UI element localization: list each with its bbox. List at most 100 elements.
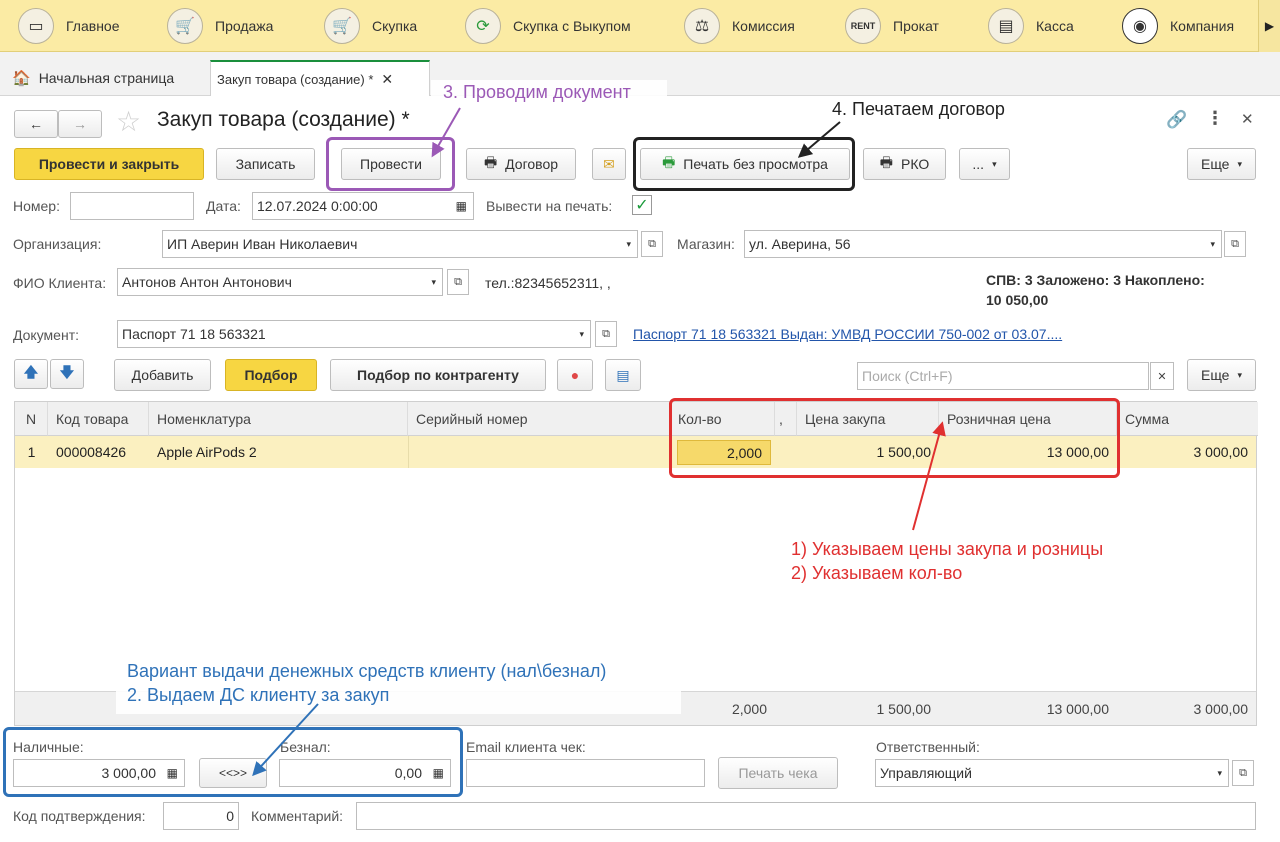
document-link[interactable]: Паспорт 71 18 563321 Выдан: УМВД РОССИИ …	[633, 326, 1062, 342]
contract-button[interactable]: 🖶 Договор	[466, 148, 576, 180]
star-icon[interactable]: ☆	[116, 106, 141, 138]
nav-scroll-right-button[interactable]: ▶	[1258, 0, 1280, 52]
add-row-button[interactable]: Добавить	[114, 359, 211, 391]
email-label: Email клиента чек:	[466, 739, 586, 755]
comment-field[interactable]	[356, 802, 1256, 830]
more-actions-button[interactable]: ... ▾	[959, 148, 1010, 180]
email-field[interactable]	[466, 759, 705, 787]
link-icon[interactable]: 🔗	[1166, 110, 1187, 130]
colors-button[interactable]: ●	[557, 359, 593, 391]
print-check-button[interactable]: Печать чека	[718, 757, 838, 789]
open-icon[interactable]: ⧉	[1232, 760, 1254, 786]
column-header-code[interactable]: Код товара	[48, 402, 149, 436]
arrow-down-icon: 🡇	[59, 364, 75, 380]
shop-field[interactable]: ул. Аверина, 56 ▾	[744, 230, 1222, 258]
dropdown-arrow-icon[interactable]: ▾	[579, 329, 584, 340]
footer-sum: 3 000,00	[1193, 701, 1249, 717]
calendar-icon[interactable]: ▦	[456, 199, 467, 213]
document-label: Документ:	[13, 327, 79, 343]
table-eshe-button[interactable]: Еще ▾	[1187, 359, 1256, 391]
cell-name[interactable]: Apple AirPods 2	[149, 436, 408, 468]
close-window-icon[interactable]: ✕	[1241, 110, 1254, 128]
tab-label: Начальная страница	[38, 70, 175, 86]
dropdown-arrow-icon[interactable]: ▾	[1217, 768, 1222, 779]
tab-home[interactable]: 🏠 Начальная страница	[6, 60, 180, 96]
dropdown-arrow-icon: ▾	[1237, 369, 1243, 380]
cell-serial[interactable]	[408, 436, 670, 468]
annotation-pay-client: 2. Выдаем ДС клиенту за закуп	[127, 685, 390, 705]
pick-by-contractor-button[interactable]: Подбор по контрагенту	[330, 359, 546, 391]
date-field[interactable]: 12.07.2024 0:00:00 ▦	[252, 192, 474, 220]
contract-label: Договор	[505, 156, 559, 172]
footer-price: 1 500,00	[876, 701, 932, 717]
close-icon[interactable]: ✕	[381, 71, 393, 88]
open-icon[interactable]: ⧉	[447, 269, 469, 295]
annotation-box-post	[326, 137, 455, 191]
print-checkbox[interactable]: ✓	[632, 195, 652, 215]
open-icon[interactable]: ⧉	[1224, 231, 1246, 257]
dropdown-arrow-icon[interactable]: ▾	[626, 239, 631, 250]
arrow-up-icon: 🡅	[23, 364, 39, 380]
more-label: ...	[972, 156, 985, 172]
nav-item-commission[interactable]: ⚖ Комиссия	[684, 7, 795, 45]
annotation-post-document: 3. Проводим документ	[443, 82, 631, 102]
scales-icon: ⚖	[684, 8, 720, 44]
number-field[interactable]	[70, 192, 194, 220]
client-field[interactable]: Антонов Антон Антонович ▾	[117, 268, 443, 296]
confirm-code-field[interactable]: 0	[163, 802, 239, 830]
clear-search-icon[interactable]: ✕	[1150, 362, 1174, 390]
column-header-serial[interactable]: Серийный номер	[408, 402, 670, 436]
column-header-sum[interactable]: Сумма	[1117, 402, 1258, 436]
nav-item-cash[interactable]: ▤ Касса	[988, 7, 1074, 45]
nav-item-rent[interactable]: RENT Прокат	[845, 7, 939, 45]
open-icon[interactable]: ⧉	[641, 231, 663, 257]
nav-item-company[interactable]: ◉ Компания	[1122, 7, 1234, 45]
shop-value: ул. Аверина, 56	[749, 236, 851, 252]
annotation-prices: 1) Указываем цены закупа и розницы	[791, 539, 1104, 559]
tab-document[interactable]: Закуп товара (создание) * ✕	[210, 60, 430, 96]
org-field[interactable]: ИП Аверин Иван Николаевич ▾	[162, 230, 638, 258]
move-up-button[interactable]: 🡅	[14, 359, 48, 389]
palette-icon: ●	[570, 367, 580, 383]
dropdown-arrow-icon[interactable]: ▾	[431, 277, 436, 288]
post-and-close-button[interactable]: Провести и закрыть	[14, 148, 204, 180]
nav-item-buyup[interactable]: 🛒 Скупка	[324, 7, 417, 45]
basket-icon: 🛒	[324, 8, 360, 44]
nav-label: Скупка с Выкупом	[513, 18, 631, 34]
dropdown-arrow-icon[interactable]: ▾	[1210, 239, 1215, 250]
cash-register-icon: ▤	[988, 8, 1024, 44]
eshe-button[interactable]: Еще ▾	[1187, 148, 1256, 180]
document-value: Паспорт 71 18 563321	[122, 326, 266, 342]
pick-button[interactable]: Подбор	[225, 359, 317, 391]
column-header-n[interactable]: N	[15, 402, 48, 436]
rko-button[interactable]: 🖶 РКО	[863, 148, 946, 180]
responsible-field[interactable]: Управляющий ▾	[875, 759, 1229, 787]
printer-icon: 🖶	[879, 154, 893, 170]
search-input[interactable]: Поиск (Ctrl+F)	[857, 362, 1149, 390]
shop-label: Магазин:	[677, 236, 735, 252]
printer-icon: 🖶	[483, 154, 498, 170]
cell-code[interactable]: 000008426	[48, 436, 149, 468]
nav-item-buyup-redeem[interactable]: ⟳ Скупка с Выкупом	[465, 7, 631, 45]
nav-item-main[interactable]: ▭ Главное	[18, 7, 120, 45]
date-label: Дата:	[206, 198, 241, 214]
nav-item-sales[interactable]: 🛒 Продажа	[167, 7, 273, 45]
email-button[interactable]: ✉	[592, 148, 626, 180]
forward-button[interactable]: →	[58, 110, 102, 138]
save-button[interactable]: Записать	[216, 148, 315, 180]
move-down-button[interactable]: 🡇	[50, 359, 84, 389]
client-stats-value: 10 050,00	[986, 292, 1049, 308]
document-field[interactable]: Паспорт 71 18 563321 ▾	[117, 320, 591, 348]
dropdown-arrow-icon: ▾	[1237, 158, 1243, 169]
more-vertical-icon[interactable]: ⋮	[1206, 108, 1224, 129]
comment-label: Комментарий:	[251, 808, 344, 824]
annotation-box-prices	[669, 398, 1120, 478]
org-value: ИП Аверин Иван Николаевич	[167, 236, 358, 252]
back-button[interactable]: ←	[14, 110, 58, 138]
rko-label: РКО	[900, 156, 930, 172]
barcode-icon: ▤	[616, 366, 630, 383]
barcode-button[interactable]: ▤	[605, 359, 641, 391]
column-header-name[interactable]: Номенклатура	[149, 402, 408, 436]
open-icon[interactable]: ⧉	[595, 321, 617, 347]
footer-qty: 2,000	[731, 701, 767, 717]
